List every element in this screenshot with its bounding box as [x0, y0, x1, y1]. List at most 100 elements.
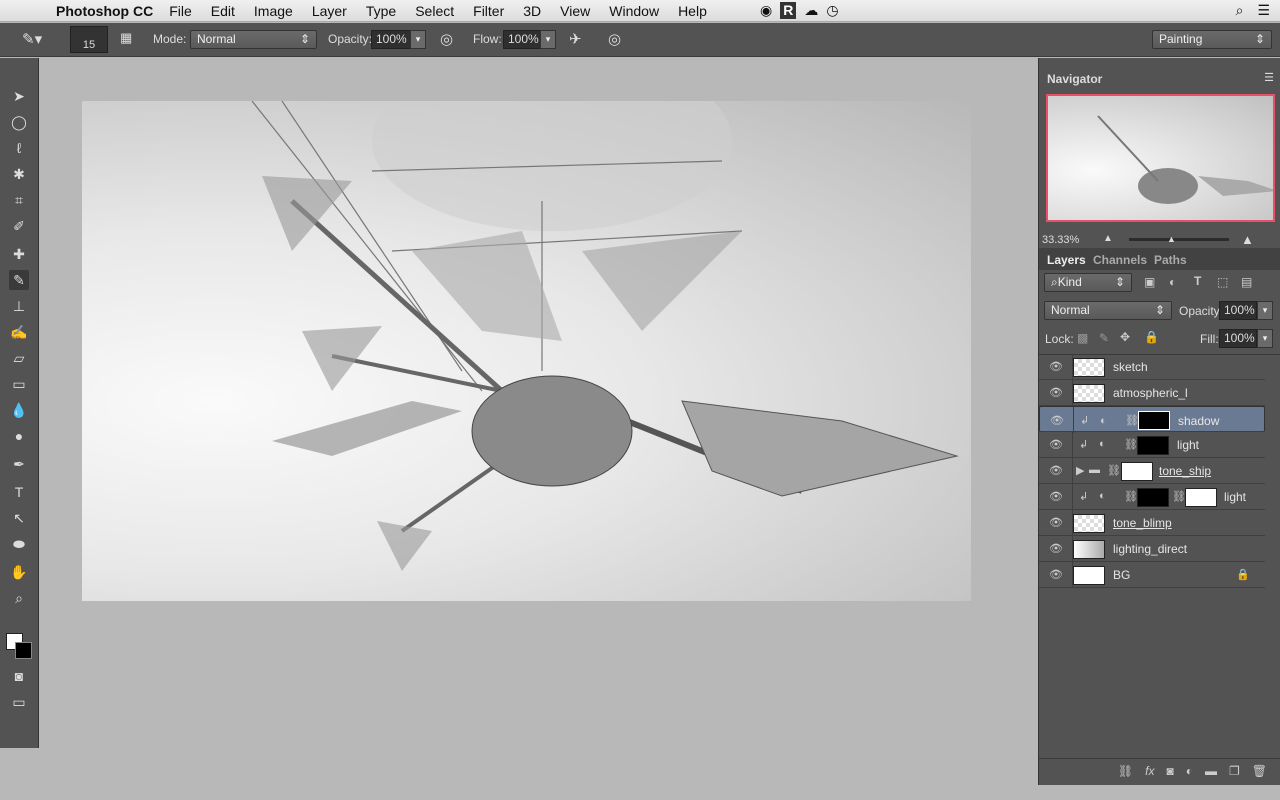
layer-row-light[interactable]: 👁 ↲ ◐ ⛓ light: [1039, 432, 1265, 458]
layer-row-shadow[interactable]: 👁 ↲ ◐ ⛓ shadow: [1039, 406, 1265, 433]
layer-name[interactable]: light: [1224, 490, 1246, 504]
eraser-icon[interactable]: ▱: [9, 348, 29, 368]
opacity-input[interactable]: 100%: [371, 30, 411, 49]
link-layers-icon[interactable]: ⛓: [1118, 764, 1133, 784]
background-color-swatch[interactable]: [15, 642, 32, 659]
layer-row-atmospheric[interactable]: 👁 atmospheric_l: [1039, 380, 1265, 406]
slider-handle[interactable]: ▲: [1167, 234, 1176, 244]
menu-window[interactable]: Window: [609, 3, 659, 19]
quick-mask-icon[interactable]: ◙: [9, 666, 29, 686]
layer-row-tone-blimp[interactable]: 👁 tone_blimp: [1039, 510, 1265, 536]
document-canvas[interactable]: [82, 101, 971, 601]
menu-layer[interactable]: Layer: [312, 3, 347, 19]
tab-channels[interactable]: Channels: [1093, 253, 1147, 267]
layer-name[interactable]: tone_blimp: [1113, 516, 1172, 530]
r-app-icon[interactable]: R: [780, 2, 797, 19]
brush-panel-icon[interactable]: ▦: [120, 30, 132, 46]
airbrush-icon[interactable]: ✈: [569, 30, 582, 48]
tab-layers[interactable]: Layers: [1047, 253, 1086, 267]
move-tool-icon[interactable]: ➤: [9, 86, 29, 106]
flow-input[interactable]: 100%: [503, 30, 541, 49]
layer-row-bg[interactable]: 👁 BG 🔒: [1039, 562, 1265, 588]
pressure-opacity-icon[interactable]: ◎: [440, 30, 453, 48]
visibility-eye-icon[interactable]: 👁: [1049, 568, 1063, 582]
gradient-tool-icon[interactable]: ▭: [9, 374, 29, 394]
menu-select[interactable]: Select: [415, 3, 454, 19]
layer-group-tone-ship[interactable]: 👁 ▶ ▬ ⛓ tone_ship: [1039, 458, 1265, 484]
new-layer-icon[interactable]: ❐: [1229, 764, 1240, 784]
visibility-eye-icon[interactable]: 👁: [1049, 438, 1063, 452]
layer-name[interactable]: atmospheric_l: [1113, 386, 1188, 400]
link-icon[interactable]: ⛓: [1172, 490, 1186, 503]
lasso-tool-icon[interactable]: ℓ: [9, 138, 29, 158]
ellipse-tool-icon[interactable]: ⬬: [9, 534, 29, 554]
fill-input[interactable]: 100%: [1219, 329, 1257, 348]
layer-filter-select[interactable]: ⌕Kind ⇕: [1044, 273, 1132, 292]
brush-preset-picker[interactable]: 15: [70, 26, 108, 53]
history-brush-icon[interactable]: ✍: [9, 322, 29, 342]
navigator-tab[interactable]: Navigator: [1047, 72, 1102, 86]
group-mask-thumbnail[interactable]: [1121, 462, 1153, 481]
visibility-eye-icon[interactable]: 👁: [1050, 413, 1064, 427]
blend-mode-select[interactable]: Normal ⇕: [1044, 301, 1172, 320]
visibility-eye-icon[interactable]: 👁: [1049, 386, 1063, 400]
zoom-out-icon[interactable]: ▲: [1103, 233, 1113, 244]
navigator-zoom[interactable]: 33.33%: [1042, 234, 1079, 246]
record-icon[interactable]: ◉: [760, 2, 772, 19]
notification-icon[interactable]: ☰: [1257, 2, 1270, 19]
delete-layer-icon[interactable]: 🗑: [1252, 764, 1267, 784]
eyedropper-icon[interactable]: ✐: [9, 216, 29, 236]
hand-tool-icon[interactable]: ✋: [9, 562, 29, 582]
filter-pixel-icon[interactable]: ▣: [1144, 275, 1155, 289]
mode-select[interactable]: Normal ⇕: [190, 30, 317, 49]
layer-opacity-dropdown[interactable]: ▾: [1257, 301, 1273, 320]
layer-name[interactable]: lighting_direct: [1113, 542, 1187, 556]
marquee-tool-icon[interactable]: ◯: [9, 112, 29, 132]
menu-file[interactable]: File: [169, 3, 192, 19]
opacity-dropdown[interactable]: ▾: [410, 30, 426, 49]
visibility-eye-icon[interactable]: 👁: [1049, 490, 1063, 504]
filter-type-icon[interactable]: T: [1194, 274, 1201, 288]
filter-adjustment-icon[interactable]: ◐: [1169, 275, 1176, 289]
new-group-icon[interactable]: ▬: [1205, 764, 1217, 784]
layer-name[interactable]: tone_ship: [1159, 464, 1211, 478]
layer-mask-thumbnail[interactable]: [1138, 411, 1170, 430]
pen-tool-icon[interactable]: ✒: [9, 454, 29, 474]
layer-style-fx-icon[interactable]: fx: [1145, 764, 1154, 784]
link-icon[interactable]: ⛓: [1107, 464, 1121, 477]
panel-menu-icon[interactable]: ☰: [1264, 71, 1274, 84]
navigator-preview[interactable]: [1046, 94, 1275, 222]
menu-filter[interactable]: Filter: [473, 3, 504, 19]
creative-cloud-icon[interactable]: ☁: [804, 2, 818, 19]
vector-mask-thumbnail[interactable]: [1185, 488, 1217, 507]
lock-transparent-icon[interactable]: ▩: [1077, 331, 1088, 345]
pressure-size-icon[interactable]: ◎: [608, 30, 621, 48]
flow-dropdown[interactable]: ▾: [540, 30, 556, 49]
navigator-zoom-slider[interactable]: ▲: [1129, 234, 1229, 244]
menu-edit[interactable]: Edit: [211, 3, 235, 19]
lock-position-icon[interactable]: ✥: [1120, 330, 1130, 344]
layer-mask-thumbnail[interactable]: [1137, 436, 1169, 455]
magic-wand-icon[interactable]: ✱: [9, 164, 29, 184]
menu-image[interactable]: Image: [254, 3, 293, 19]
clone-stamp-icon[interactable]: ⊥: [9, 296, 29, 316]
menu-type[interactable]: Type: [366, 3, 396, 19]
zoom-tool-icon[interactable]: ⌕: [9, 588, 29, 608]
fill-dropdown[interactable]: ▾: [1257, 329, 1273, 348]
layer-name[interactable]: light: [1177, 438, 1199, 452]
lock-image-icon[interactable]: ✎: [1099, 331, 1109, 345]
brush-tool-icon[interactable]: ✎▾: [22, 30, 42, 48]
workspace-select[interactable]: Painting ⇕: [1152, 30, 1272, 49]
spotlight-icon[interactable]: ⌕: [1236, 2, 1244, 19]
time-machine-icon[interactable]: ◷: [826, 2, 838, 19]
layer-row-light-2[interactable]: 👁 ↲ ◐ ⛓ ⛓ light: [1039, 484, 1265, 510]
new-adjustment-icon[interactable]: ◐: [1186, 764, 1193, 784]
layer-mask-thumbnail[interactable]: [1137, 488, 1169, 507]
zoom-in-icon[interactable]: ▲: [1241, 232, 1254, 247]
link-icon[interactable]: ⛓: [1124, 490, 1138, 503]
lock-all-icon[interactable]: 🔒: [1144, 330, 1159, 344]
path-selection-icon[interactable]: ↖: [9, 508, 29, 528]
visibility-eye-icon[interactable]: 👁: [1049, 516, 1063, 530]
menu-help[interactable]: Help: [678, 3, 707, 19]
crop-tool-icon[interactable]: ⌗: [9, 190, 29, 210]
